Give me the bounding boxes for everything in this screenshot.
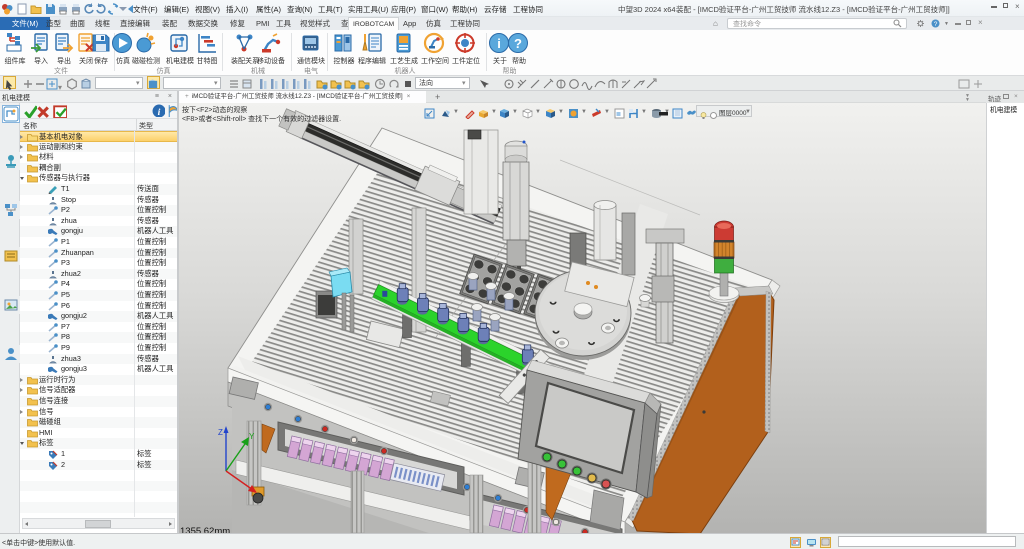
svg-text:i: i <box>158 107 161 117</box>
svg-text:?: ? <box>934 21 938 28</box>
svg-text:按下<F2>动态的观察: 按下<F2>动态的观察 <box>182 105 247 114</box>
svg-text:?: ? <box>514 36 522 51</box>
svg-text:1355.62mm: 1355.62mm <box>180 526 230 533</box>
svg-text:Y: Y <box>249 432 255 441</box>
svg-text:i: i <box>497 36 501 51</box>
svg-text:Z: Z <box>218 428 223 437</box>
svg-text:<F8>或者<Shift-roll> 查找下一个有效的过滤器: <F8>或者<Shift-roll> 查找下一个有效的过滤器设置. <box>182 114 341 123</box>
